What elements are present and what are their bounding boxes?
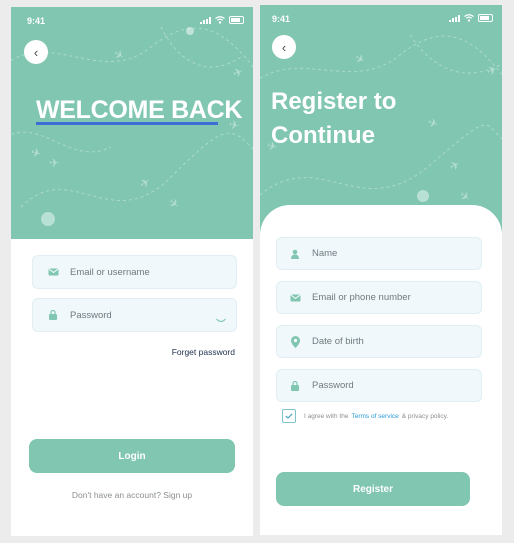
email-placeholder: Email or username xyxy=(70,266,150,278)
lock-icon xyxy=(289,380,301,392)
password-placeholder: Password xyxy=(312,380,354,391)
svg-text:✈: ✈ xyxy=(426,115,440,132)
forget-password-link[interactable]: Forget password xyxy=(172,347,235,357)
status-time: 9:41 xyxy=(27,16,46,26)
password-input[interactable]: Password xyxy=(276,369,482,402)
mail-icon xyxy=(47,266,59,278)
chevron-left-icon: ‹ xyxy=(281,39,287,55)
wifi-icon xyxy=(464,14,474,22)
date-of-birth-input[interactable]: Date of birth xyxy=(276,325,482,358)
agree-suffix-text: & privacy policy. xyxy=(401,412,449,420)
svg-text:✈: ✈ xyxy=(485,62,499,79)
svg-text:✈: ✈ xyxy=(29,145,42,161)
welcome-title: WELCOME BACK xyxy=(36,96,243,124)
battery-icon xyxy=(478,14,493,22)
register-button[interactable]: Register xyxy=(276,472,470,506)
status-bar: 9:41 xyxy=(260,14,502,26)
wifi-icon xyxy=(215,16,225,24)
svg-text:✈: ✈ xyxy=(456,188,473,205)
title-line-2: Continue xyxy=(271,122,375,149)
svg-text:✈: ✈ xyxy=(447,157,463,174)
svg-text:✈: ✈ xyxy=(231,64,245,81)
agree-prefix-text: I agree with the xyxy=(304,412,349,420)
date-of-birth-placeholder: Date of birth xyxy=(312,336,364,347)
title-line-1: Register to xyxy=(271,88,397,115)
page-title: Register to Continue xyxy=(271,85,396,153)
status-bar: 9:41 xyxy=(11,16,253,28)
signup-link[interactable]: Don't have an account? Sign up xyxy=(11,490,253,500)
name-input[interactable]: Name xyxy=(276,237,482,270)
signal-icon xyxy=(200,16,211,24)
email-phone-input[interactable]: Email or phone number xyxy=(276,281,482,314)
svg-text:✈: ✈ xyxy=(137,174,153,191)
mail-icon xyxy=(289,292,301,304)
login-button[interactable]: Login xyxy=(29,439,235,473)
svg-text:✈: ✈ xyxy=(49,156,59,170)
register-screen: ✈ ✈ ✈ ✈ ✈ ✈ 9:41 ‹ Register to Continue … xyxy=(260,5,502,535)
check-icon xyxy=(285,413,293,419)
email-username-input[interactable]: Email or username xyxy=(32,255,237,289)
chevron-left-icon: ‹ xyxy=(33,44,39,60)
signal-icon xyxy=(449,14,460,22)
terms-checkbox[interactable] xyxy=(282,409,296,423)
hide-password-icon[interactable] xyxy=(216,318,226,324)
terms-of-service-link[interactable]: Terms of service xyxy=(351,413,398,420)
back-button[interactable]: ‹ xyxy=(272,35,296,59)
svg-text:✈: ✈ xyxy=(165,195,182,212)
back-button[interactable]: ‹ xyxy=(24,40,48,64)
login-screen: ✈ ✈ ✈ ✈ ✈ ✈ ✈ 9:41 ‹ WELCOME BACK Email … xyxy=(11,7,253,536)
email-phone-placeholder: Email or phone number xyxy=(312,292,411,303)
password-placeholder: Password xyxy=(70,309,112,321)
user-icon xyxy=(289,248,301,260)
password-input[interactable]: Password xyxy=(32,298,237,332)
svg-text:✈: ✈ xyxy=(352,50,368,67)
lock-icon xyxy=(47,309,59,321)
terms-agreement: I agree with the Terms of service & priv… xyxy=(282,409,448,423)
location-pin-icon xyxy=(289,335,301,348)
login-header: ✈ ✈ ✈ ✈ ✈ ✈ ✈ 9:41 ‹ WELCOME BACK xyxy=(11,7,253,239)
title-underline xyxy=(36,122,218,125)
name-placeholder: Name xyxy=(312,248,338,259)
status-time: 9:41 xyxy=(272,14,291,24)
battery-icon xyxy=(229,16,244,24)
